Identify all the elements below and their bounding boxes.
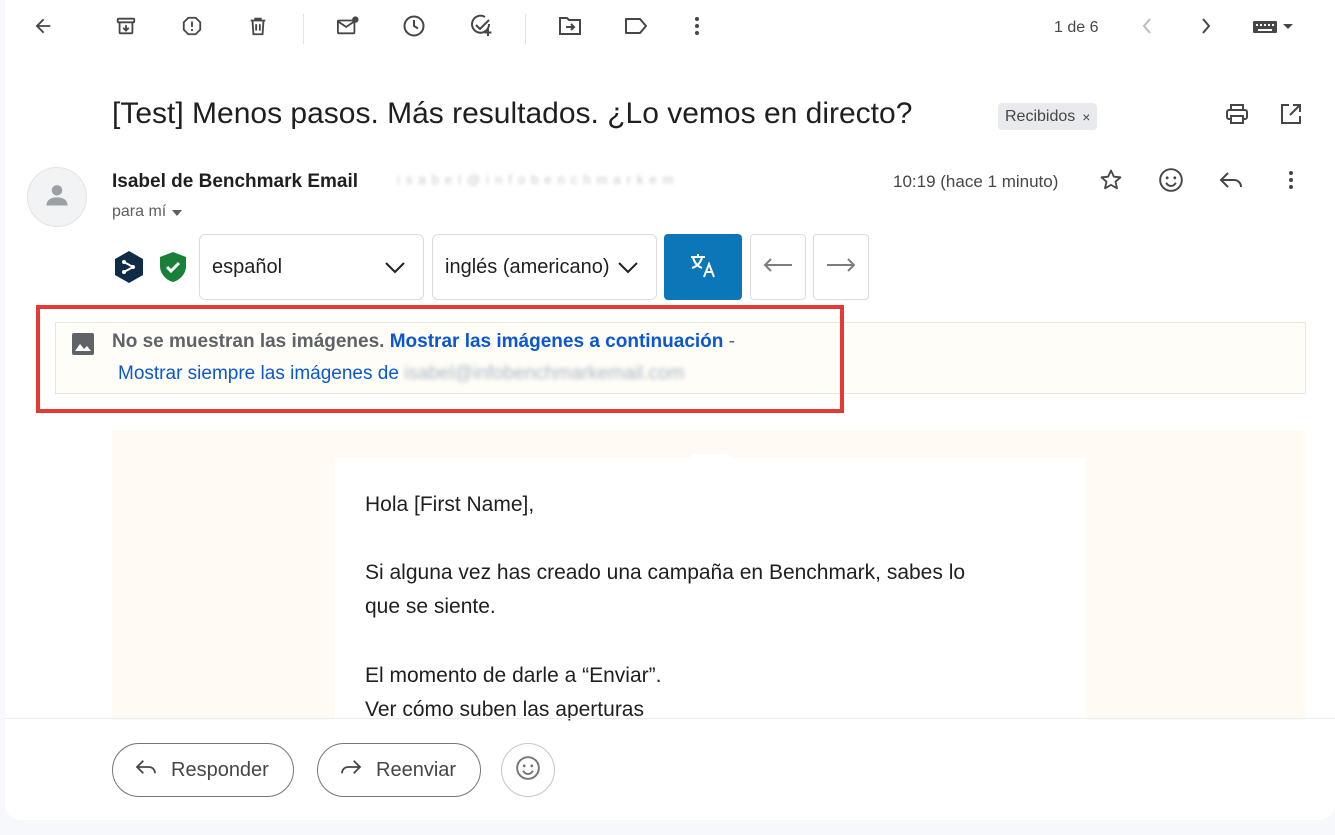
archive-icon [115, 15, 137, 42]
emoji-icon [1158, 167, 1184, 198]
email-body-card: Hola [First Name], Si alguna vez has cre… [335, 454, 1085, 721]
report-spam-button[interactable] [172, 8, 212, 48]
more-vert-icon [694, 16, 700, 41]
pagination-label: 1 de 6 [1054, 19, 1099, 36]
reply-label: Responder [171, 758, 269, 781]
emoji-reaction-button[interactable] [501, 743, 555, 797]
reply-button[interactable]: Responder [112, 743, 294, 797]
recipient-label: para mí [112, 203, 167, 220]
arrow-left-icon [32, 15, 54, 42]
reply-icon [1219, 170, 1243, 195]
emoji-icon [515, 755, 541, 786]
newer-button[interactable] [1127, 8, 1167, 48]
translate-button[interactable] [664, 234, 742, 300]
star-icon [1099, 168, 1123, 197]
report-icon [181, 15, 203, 42]
remove-label-icon[interactable]: × [1082, 109, 1090, 125]
paragraph-2-line-1: El momento de darle a “Enviar”. [365, 664, 662, 687]
toolbar-divider [303, 14, 304, 44]
open-in-new-icon [1280, 103, 1302, 130]
source-language-value: español [212, 255, 283, 278]
email-timestamp: 10:19 (hace 1 minuto) [893, 172, 1059, 191]
folder-move-icon [558, 15, 582, 42]
toolbar-divider [525, 14, 526, 44]
delete-button[interactable] [238, 8, 278, 48]
reply-icon-button[interactable] [1211, 162, 1251, 202]
email-subject: [Test] Menos pasos. Más resultados. ¿Lo … [112, 97, 913, 130]
shield-check-icon[interactable] [158, 251, 188, 283]
more-vert-icon [1288, 170, 1294, 195]
next-translation-button[interactable] [813, 234, 869, 300]
source-language-select[interactable]: español [199, 234, 424, 300]
trash-icon [247, 15, 269, 42]
sender-email-redacted: isabel@infobenchmarkemail.com [397, 172, 677, 187]
add-task-button[interactable] [461, 8, 501, 48]
previous-translation-button[interactable] [750, 234, 806, 300]
chevron-down-icon [385, 257, 405, 280]
sender-name[interactable]: Isabel de Benchmark Email [112, 171, 358, 193]
message-more-button[interactable] [1271, 162, 1311, 202]
snooze-button[interactable] [394, 8, 434, 48]
mark-unread-button[interactable] [328, 8, 368, 48]
older-button[interactable] [1186, 8, 1226, 48]
forward-icon [340, 758, 362, 782]
add-task-icon [469, 14, 493, 43]
more-options-button[interactable] [677, 8, 717, 48]
recipient-toggle[interactable]: para mí [112, 203, 183, 221]
footer-divider [5, 718, 1335, 719]
archive-button[interactable] [106, 8, 146, 48]
annotation-highlight-box [36, 305, 844, 413]
chevron-down-icon [618, 257, 638, 280]
label-button[interactable] [616, 8, 656, 48]
open-new-window-button[interactable] [1271, 96, 1311, 136]
forward-label: Reenviar [376, 758, 457, 781]
arrow-right-icon [826, 257, 856, 277]
extension-logo-icon[interactable] [113, 250, 145, 286]
label-icon [624, 16, 648, 41]
print-button[interactable] [1217, 96, 1257, 136]
person-icon [43, 181, 71, 214]
label-chip-inbox[interactable]: Recibidos × [998, 103, 1098, 130]
caret-down-icon [172, 203, 183, 221]
email-view: 1 de 6 [Test] Menos pasos. Más resultado… [5, 0, 1335, 820]
printer-icon [1225, 103, 1249, 130]
clock-icon [402, 14, 426, 43]
input-tools-button[interactable] [1248, 8, 1298, 48]
reply-icon [135, 758, 157, 782]
forward-button[interactable]: Reenviar [317, 743, 482, 797]
add-reaction-button[interactable] [1151, 162, 1191, 202]
paragraph-2-line-2: Ver cómo suben las aperturas [365, 698, 644, 721]
translate-icon [689, 252, 717, 283]
avatar[interactable] [27, 167, 87, 227]
back-button[interactable] [23, 8, 63, 48]
greeting-text: Hola [First Name], [365, 493, 535, 516]
paragraph-1-line-1: Si alguna vez has creado una campaña en … [365, 561, 966, 584]
label-chip-text: Recibidos [1005, 107, 1076, 125]
arrow-left-icon [763, 257, 793, 277]
move-to-button[interactable] [550, 8, 590, 48]
chevron-left-icon [1141, 17, 1153, 40]
target-language-select[interactable]: inglés (americano) [432, 234, 657, 300]
target-language-value: inglés (americano) [445, 255, 610, 278]
star-button[interactable] [1091, 162, 1131, 202]
mail-dot-icon [336, 15, 360, 42]
chevron-right-icon [1200, 17, 1212, 40]
keyboard-icon [1252, 18, 1294, 39]
paragraph-1-line-2: que se siente. [365, 595, 496, 618]
card-notch [691, 454, 731, 460]
